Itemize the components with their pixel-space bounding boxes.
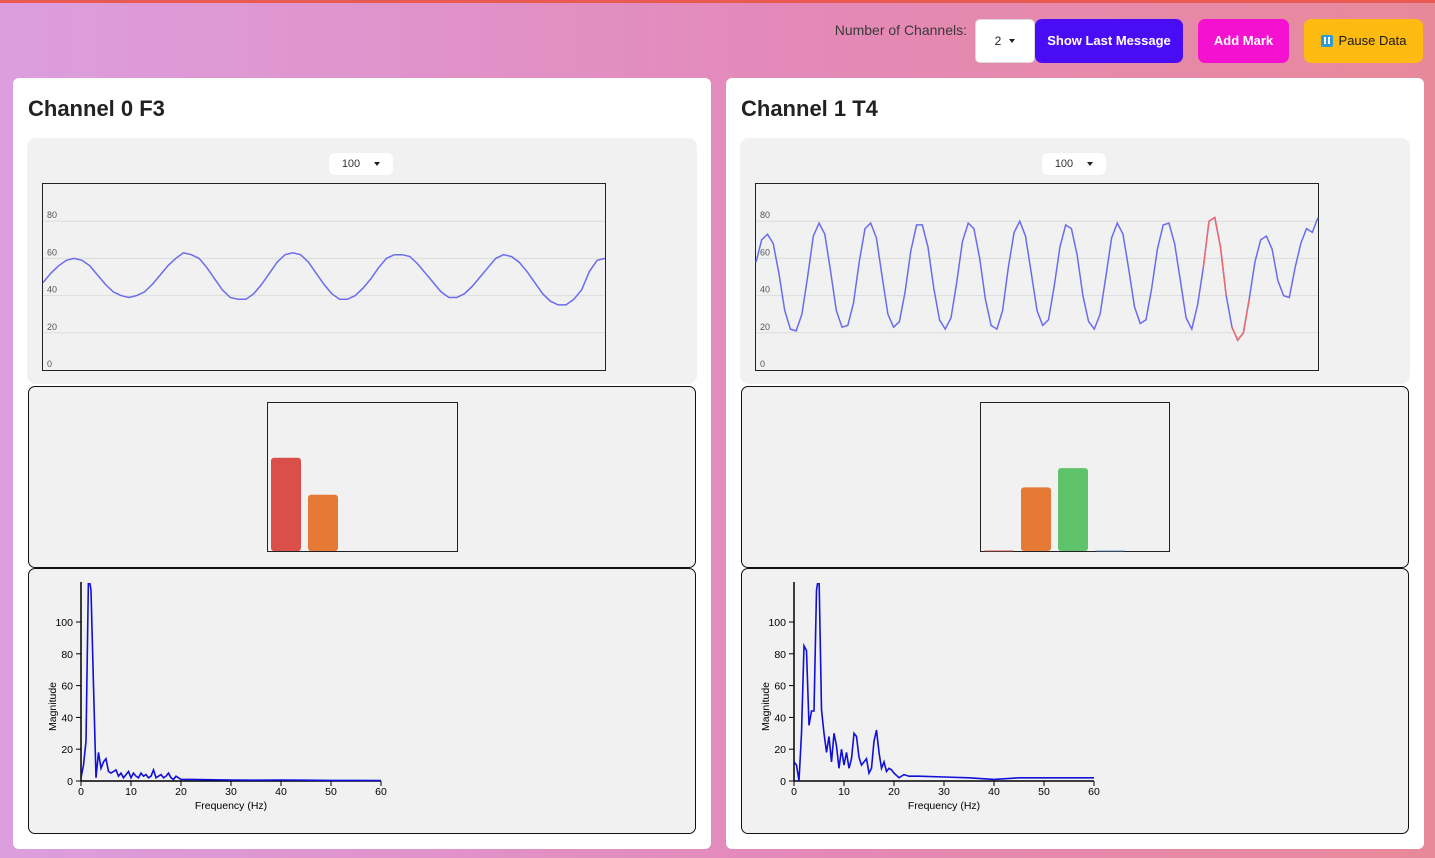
chevron-down-icon xyxy=(1087,162,1094,166)
timeseries-container: 100 80 60 40 20 0 xyxy=(740,138,1410,384)
pause-icon xyxy=(1320,34,1333,47)
y-tick-label: 40 xyxy=(47,285,57,295)
y-tick-label: 40 xyxy=(760,285,770,295)
y-tick-label: 0 xyxy=(67,776,73,788)
y-tick-label: 20 xyxy=(47,322,57,332)
y-tick-label: 100 xyxy=(55,617,73,629)
x-tick-label: 40 xyxy=(988,786,1000,798)
band-power-container xyxy=(28,386,696,568)
y-tick-label: 0 xyxy=(47,359,52,369)
pause-data-button[interactable]: Pause Data xyxy=(1304,18,1423,63)
window-size-select[interactable]: 100 xyxy=(1042,153,1106,175)
band-power-chart xyxy=(267,402,458,552)
fft-line xyxy=(81,583,382,782)
channel-panel-0: Channel 0 F3 100 80 60 40 20 0 0 20 40 60 80 100 0… xyxy=(13,78,711,849)
channels-select-value: 2 xyxy=(994,33,1002,48)
fft-container: 0 20 40 60 80 100 0 10 20 30 40 50 60 Frequency (Hz) M… xyxy=(741,568,1409,834)
window-size-select[interactable]: 100 xyxy=(329,153,393,175)
chart-frame xyxy=(42,183,606,371)
fft-chart: 0 20 40 60 80 100 0 10 20 30 40 50 60 Frequency (Hz) M… xyxy=(47,582,387,812)
x-tick-label: 20 xyxy=(888,786,900,798)
y-tick-label: 80 xyxy=(47,210,57,220)
window-size-value: 100 xyxy=(1054,158,1074,170)
band-bar xyxy=(1021,487,1051,551)
chevron-down-icon xyxy=(1009,38,1016,43)
fft-container: 0 20 40 60 80 100 0 10 20 30 40 50 60 Frequency (Hz) M… xyxy=(28,568,696,834)
y-tick-label: 60 xyxy=(774,681,786,693)
chart-frame xyxy=(755,183,1319,371)
band-bar xyxy=(1095,550,1125,552)
x-tick-label: 60 xyxy=(375,786,387,798)
band-bar xyxy=(984,550,1014,552)
y-tick-label: 40 xyxy=(61,712,73,724)
signal-line xyxy=(42,251,606,306)
x-tick-label: 20 xyxy=(175,786,187,798)
x-tick-label: 50 xyxy=(1038,786,1050,798)
toolbar: Number of Channels: 2 Show Last Message … xyxy=(835,18,1423,63)
add-mark-button[interactable]: Add Mark xyxy=(1198,18,1289,63)
y-tick-label: 20 xyxy=(774,744,786,756)
timeseries-container: 100 80 60 40 20 0 xyxy=(27,138,697,384)
y-tick-label: 100 xyxy=(768,617,786,629)
timeseries-chart: 80 60 40 20 0 xyxy=(755,183,1319,371)
signal-line xyxy=(755,216,1319,342)
y-axis-label: Magnitude xyxy=(47,682,59,731)
band-bar xyxy=(308,494,338,551)
y-tick-label: 60 xyxy=(47,247,57,257)
y-tick-label: 60 xyxy=(61,681,73,693)
y-tick-label: 20 xyxy=(760,322,770,332)
channel-title: Channel 0 F3 xyxy=(28,96,165,121)
x-tick-label: 30 xyxy=(225,786,237,798)
window-size-value: 100 xyxy=(341,158,361,170)
x-tick-label: 50 xyxy=(325,786,337,798)
y-tick-label: 40 xyxy=(774,712,786,724)
y-tick-label: 0 xyxy=(780,776,786,788)
y-tick-label: 20 xyxy=(61,744,73,756)
channels-select[interactable]: 2 xyxy=(975,18,1035,63)
x-axis-label: Frequency (Hz) xyxy=(908,800,980,812)
band-bar xyxy=(271,457,301,551)
x-axis-label: Frequency (Hz) xyxy=(195,800,267,812)
x-tick-label: 10 xyxy=(125,786,137,798)
y-tick-label: 80 xyxy=(760,210,770,220)
signal-highlight xyxy=(1231,299,1250,342)
x-tick-label: 30 xyxy=(938,786,950,798)
x-tick-label: 0 xyxy=(791,786,797,798)
show-last-message-button[interactable]: Show Last Message xyxy=(1035,18,1183,63)
channel-panel-1: Channel 1 T4 100 80 60 40 20 0 0 20 40 60 80 100 0… xyxy=(726,78,1424,849)
y-tick-label: 0 xyxy=(760,359,765,369)
timeseries-chart: 80 60 40 20 0 xyxy=(42,183,606,371)
channel-title: Channel 1 T4 xyxy=(741,96,878,121)
x-tick-label: 60 xyxy=(1088,786,1100,798)
channels-label: Number of Channels: xyxy=(834,21,967,38)
chevron-down-icon xyxy=(374,162,381,166)
y-tick-label: 60 xyxy=(760,247,770,257)
fft-line xyxy=(794,583,1094,782)
y-tick-label: 80 xyxy=(774,649,786,661)
pause-data-label: Pause Data xyxy=(1338,33,1407,48)
y-axis-label: Magnitude xyxy=(760,682,772,731)
y-tick-label: 80 xyxy=(61,649,73,661)
signal-highlight xyxy=(1202,216,1227,296)
x-tick-label: 10 xyxy=(838,786,850,798)
band-power-chart xyxy=(980,402,1170,552)
fft-chart: 0 20 40 60 80 100 0 10 20 30 40 50 60 Frequency (Hz) M… xyxy=(760,582,1100,812)
top-accent-line xyxy=(0,0,1435,3)
x-tick-label: 40 xyxy=(275,786,287,798)
band-bar xyxy=(1058,468,1088,551)
band-power-container xyxy=(741,386,1409,568)
x-tick-label: 0 xyxy=(78,786,84,798)
